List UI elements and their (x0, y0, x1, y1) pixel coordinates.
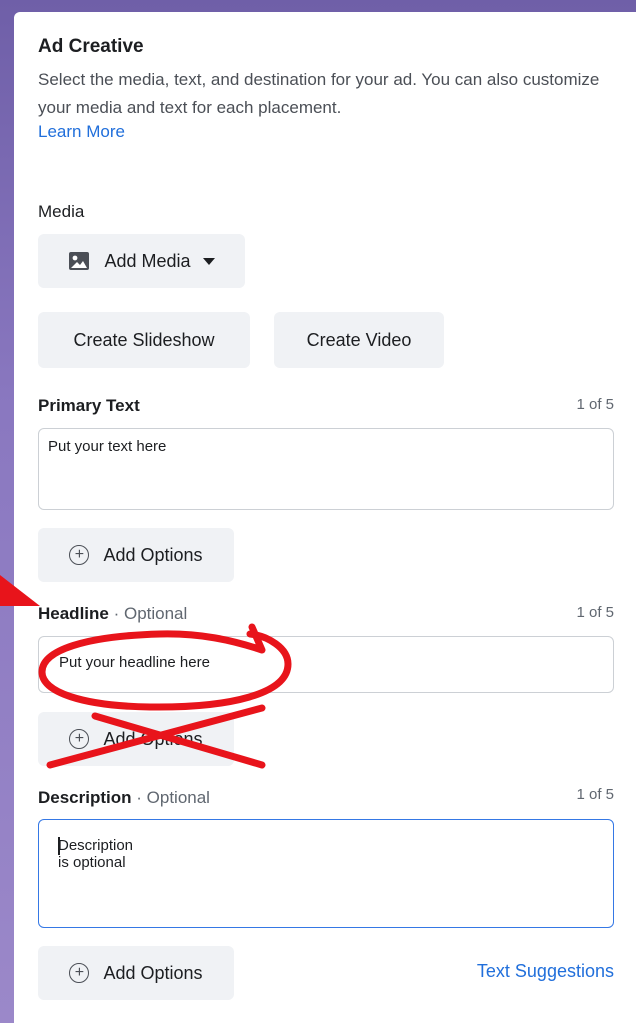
section-description: Select the media, text, and destination … (38, 70, 600, 117)
headline-counter: 1 of 5 (576, 604, 614, 621)
headline-label: Headline · Optional (38, 604, 188, 623)
primary-text-label: Primary Text (38, 396, 140, 415)
primary-text-input[interactable]: Put your text here (38, 428, 614, 510)
add-options-label: Add Options (103, 728, 203, 749)
plus-circle-icon: + (69, 729, 90, 749)
plus-circle-icon: + (69, 545, 90, 565)
plus-circle-icon: + (69, 963, 90, 983)
text-cursor (58, 837, 60, 855)
add-options-label: Add Options (103, 962, 203, 983)
media-label: Media (38, 202, 85, 221)
headline-add-options-button[interactable]: + Add Options (38, 712, 234, 766)
add-media-label: Add Media (104, 250, 191, 271)
learn-more-link[interactable]: Learn More (38, 122, 125, 142)
headline-input[interactable]: Put your headline here (38, 636, 614, 693)
ad-creative-panel: Ad Creative Select the media, text, and … (14, 12, 636, 1023)
headline-value: Put your headline here (59, 654, 210, 671)
primary-text-add-options-button[interactable]: + Add Options (38, 528, 234, 582)
section-title: Ad Creative (38, 36, 144, 57)
primary-text-counter: 1 of 5 (576, 396, 614, 413)
description-input[interactable]: Description is optional (38, 819, 614, 928)
image-icon (69, 252, 90, 270)
create-slideshow-button[interactable]: Create Slideshow (38, 312, 250, 368)
description-counter: 1 of 5 (576, 786, 614, 803)
create-video-button[interactable]: Create Video (274, 312, 444, 368)
chevron-down-icon (202, 257, 215, 265)
add-media-button[interactable]: Add Media (38, 234, 245, 288)
text-suggestions-link[interactable]: Text Suggestions (477, 961, 614, 982)
add-options-label: Add Options (103, 544, 203, 565)
description-label: Description · Optional (38, 788, 210, 807)
description-add-options-button[interactable]: + Add Options (38, 946, 234, 1000)
primary-text-value: Put your text here (48, 438, 167, 455)
